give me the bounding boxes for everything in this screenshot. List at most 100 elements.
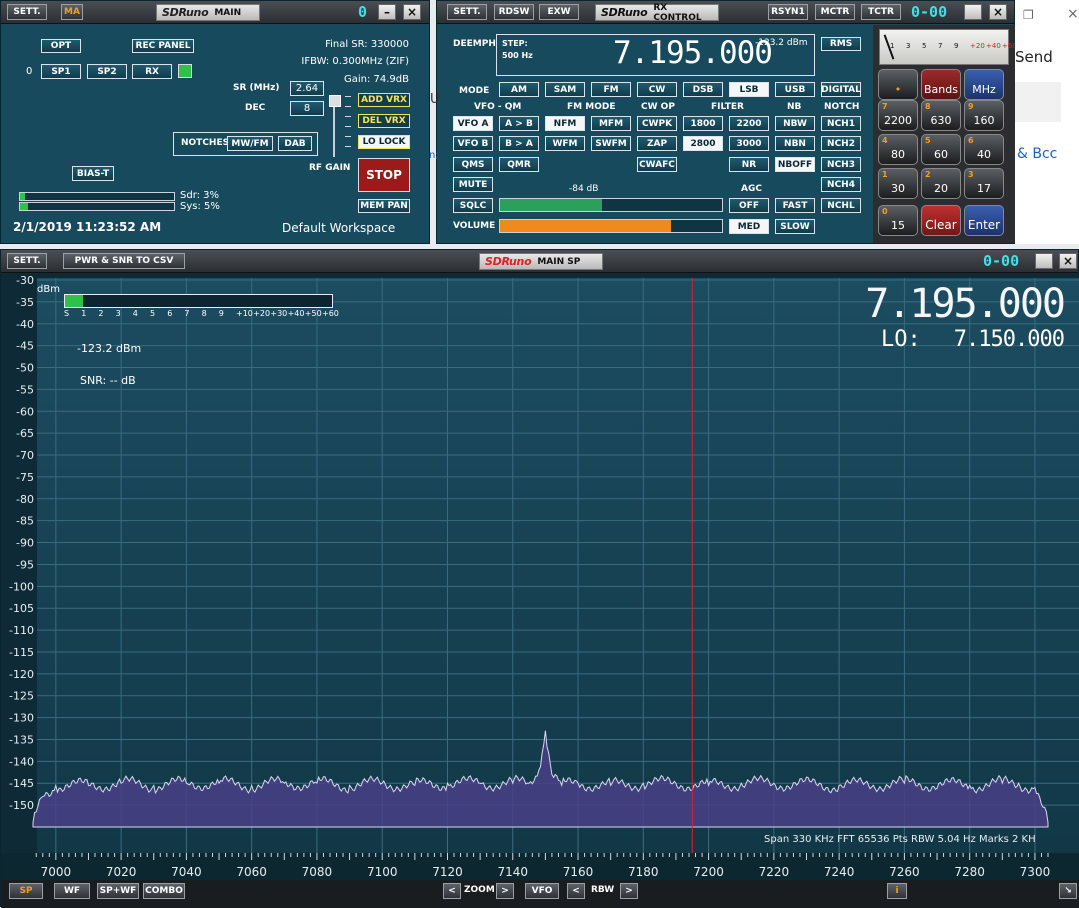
sr-value[interactable]: 2.64 [290, 81, 324, 96]
vfo-a-button[interactable]: VFO A [453, 116, 493, 131]
vfo-b-button[interactable]: VFO B [453, 136, 493, 151]
dab-button[interactable]: DAB [278, 136, 312, 151]
minimize-icon[interactable]: – [378, 4, 396, 20]
qms-button[interactable]: QMS [453, 157, 493, 172]
sp-sett-button[interactable]: SETT. [7, 253, 47, 269]
filter-2800-button[interactable]: 2800 [683, 136, 723, 151]
nchl-button[interactable]: NCHL [821, 198, 861, 213]
mode-digital-button[interactable]: DIGITAL [821, 82, 861, 97]
lo-frequency[interactable]: 7.150.000 [954, 327, 1065, 352]
ma-button[interactable]: MA [61, 4, 83, 20]
nfm-button[interactable]: NFM [545, 116, 585, 131]
send-label[interactable]: Send [1015, 48, 1053, 66]
rec-panel-button[interactable]: REC PANEL [132, 39, 194, 53]
squelch-slider[interactable] [499, 198, 723, 212]
sp2-button[interactable]: SP2 [87, 64, 127, 79]
rdsw-button[interactable]: RDSW [494, 4, 534, 20]
nboff-button[interactable]: NBOFF [775, 157, 815, 172]
zap-button[interactable]: ZAP [637, 136, 677, 151]
main-sett-button[interactable]: SETT. [7, 4, 47, 20]
add-vrx-button[interactable]: ADD VRX [358, 93, 410, 107]
resize-icon[interactable]: ↘ [1059, 883, 1077, 899]
workspace-label[interactable]: Default Workspace [282, 221, 395, 235]
filter-1800-button[interactable]: 1800 [683, 116, 723, 131]
close-icon[interactable]: × [989, 4, 1007, 20]
filter-2200-button[interactable]: 2200 [729, 116, 769, 131]
nch2-button[interactable]: NCH2 [821, 136, 861, 151]
vfo-center-button[interactable]: VFO [525, 883, 559, 899]
sqlc-button[interactable]: SQLC [453, 198, 493, 213]
lo-lock-button[interactable]: LO LOCK [358, 135, 410, 149]
rf-gain-slider[interactable] [329, 95, 341, 107]
keypad-key-6[interactable]: 6 40 [964, 134, 1004, 165]
rx-frequency[interactable]: 7.195.000 [613, 35, 773, 71]
zoom-out-button[interactable]: < [443, 883, 461, 899]
mfm-button[interactable]: MFM [591, 116, 631, 131]
bias-t-button[interactable]: BIAS-T [72, 166, 114, 181]
swfm-button[interactable]: SWFM [591, 136, 631, 151]
mode-lsb-button[interactable]: LSB [729, 82, 769, 97]
nch1-button[interactable]: NCH1 [821, 116, 861, 131]
sp-view-button[interactable]: SP [9, 883, 43, 899]
opt-button[interactable]: OPT [41, 39, 81, 53]
keypad-key-4[interactable]: 4 80 [878, 134, 918, 165]
wfm-button[interactable]: WFM [545, 136, 585, 151]
clear-button[interactable]: Clear [921, 205, 961, 236]
keypad-key-7[interactable]: 7 2200 [878, 100, 918, 131]
cwafc-button[interactable]: CWAFC [637, 157, 677, 172]
bands-button[interactable]: Bands [921, 69, 961, 100]
minimize-icon[interactable] [1035, 253, 1053, 269]
keypad-key-8[interactable]: 8 630 [921, 100, 961, 131]
keypad-key-1[interactable]: 1 30 [878, 168, 918, 199]
agc-off-button[interactable]: OFF [729, 198, 769, 213]
mode-sam-button[interactable]: SAM [545, 82, 585, 97]
rbw-up-button[interactable]: > [620, 883, 638, 899]
rms-button[interactable]: RMS [821, 37, 861, 51]
keypad-key-3[interactable]: 3 17 [964, 168, 1004, 199]
dec-value[interactable]: 8 [290, 101, 324, 116]
tctr-button[interactable]: TCTR [861, 4, 901, 20]
agc-fast-button[interactable]: FAST [775, 198, 815, 213]
rx-led[interactable] [178, 64, 192, 78]
minimize-icon[interactable] [964, 4, 982, 20]
bcc-label[interactable]: & Bcc [1017, 146, 1057, 162]
enter-button[interactable]: Enter [964, 205, 1004, 236]
sp1-button[interactable]: SP1 [41, 64, 81, 79]
keypad-key-5[interactable]: 5 60 [921, 134, 961, 165]
close-icon[interactable]: × [1059, 253, 1077, 269]
mode-am-button[interactable]: AM [499, 82, 539, 97]
nr-button[interactable]: NR [729, 157, 769, 172]
keypad-key-2[interactable]: 2 20 [921, 168, 961, 199]
mode-usb-button[interactable]: USB [775, 82, 815, 97]
keypad-key-9[interactable]: 9 160 [964, 100, 1004, 131]
nch4-button[interactable]: NCH4 [821, 177, 861, 192]
nbn-button[interactable]: NBN [775, 136, 815, 151]
mode-fm-button[interactable]: FM [591, 82, 631, 97]
mem-pan-button[interactable]: MEM PAN [358, 199, 410, 213]
stop-button[interactable]: STOP [358, 158, 410, 192]
mctr-button[interactable]: MCTR [815, 4, 855, 20]
filter-3000-button[interactable]: 3000 [729, 136, 769, 151]
close-icon[interactable]: × [403, 4, 421, 20]
restore-icon[interactable]: ❐ [1023, 8, 1034, 22]
info-button[interactable]: i [887, 883, 907, 899]
step-value[interactable]: 500 Hz [502, 51, 533, 60]
mode-dsb-button[interactable]: DSB [683, 82, 723, 97]
qmr-button[interactable]: QMR [499, 157, 539, 172]
keypad-dot-button[interactable]: • [878, 69, 918, 100]
a-to-b-button[interactable]: A > B [499, 116, 539, 131]
b-to-a-button[interactable]: B > A [499, 136, 539, 151]
sp-wf-view-button[interactable]: SP+WF [97, 883, 139, 899]
agc-med-button[interactable]: MED [729, 219, 769, 234]
rx-sett-button[interactable]: SETT. [447, 4, 487, 20]
del-vrx-button[interactable]: DEL VRX [358, 114, 410, 128]
deemph-label[interactable]: DEEMPH [453, 39, 496, 49]
close-icon[interactable]: × [1067, 6, 1079, 22]
nch3-button[interactable]: NCH3 [821, 157, 861, 172]
wf-view-button[interactable]: WF [54, 883, 90, 899]
mode-cw-button[interactable]: CW [637, 82, 677, 97]
volume-slider[interactable] [499, 219, 723, 233]
rsyn1-button[interactable]: RSYN1 [768, 4, 808, 20]
pwr-snr-csv-button[interactable]: PWR & SNR TO CSV [63, 253, 185, 269]
mute-button[interactable]: MUTE [453, 177, 493, 192]
